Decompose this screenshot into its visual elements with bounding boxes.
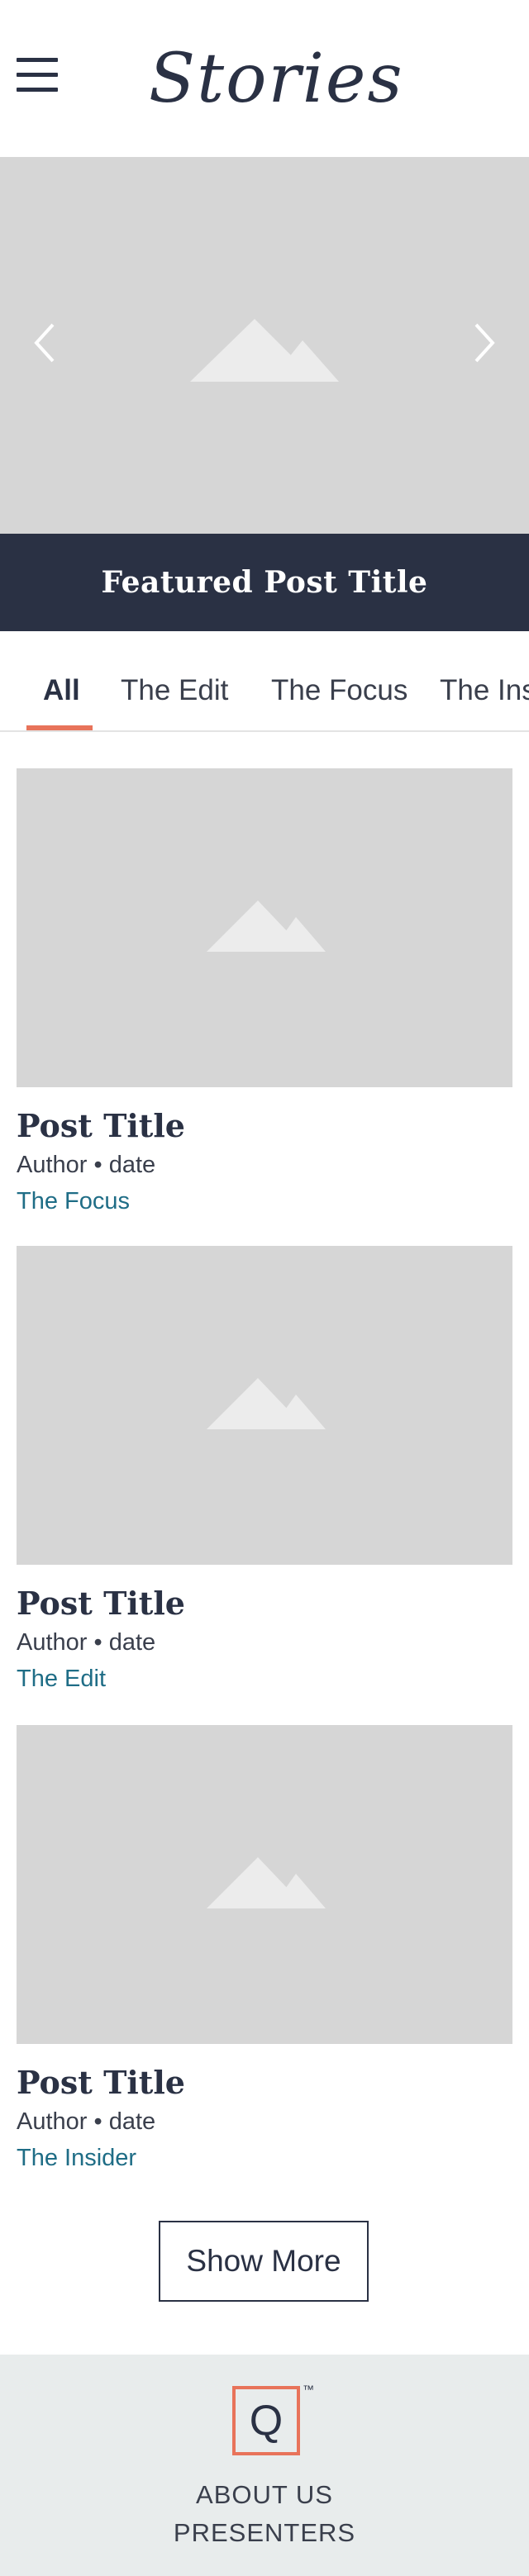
post-category-link[interactable]: The Edit [17, 1666, 106, 1693]
featured-post-title: Featured Post Title [101, 565, 428, 600]
post-card: Post Title Author • date The Focus [17, 768, 512, 1231]
post-image[interactable] [17, 768, 512, 1087]
footer-link-presenters[interactable]: PRESENTERS [0, 2518, 529, 2548]
chevron-right-icon[interactable] [468, 318, 501, 368]
post-card: Post Title Author • date The Insider [17, 1725, 512, 2188]
menu-line [17, 88, 58, 92]
menu-line [17, 58, 58, 62]
post-image[interactable] [17, 1725, 512, 2044]
trademark-mark: ™ [303, 2383, 314, 2396]
footer-link-about-us[interactable]: ABOUT US [0, 2480, 529, 2510]
show-more-button[interactable]: Show More [159, 2221, 369, 2302]
category-tabs: All The Edit The Focus The Insider [0, 631, 529, 732]
tab-all[interactable]: All [43, 674, 80, 707]
featured-carousel [0, 157, 529, 534]
featured-post-banner[interactable]: Featured Post Title [0, 534, 529, 631]
post-meta: Author • date [17, 2108, 156, 2135]
tab-the-focus[interactable]: The Focus [271, 674, 407, 707]
post-title[interactable]: Post Title [17, 1107, 185, 1144]
post-title[interactable]: Post Title [17, 1585, 185, 1622]
tab-the-edit[interactable]: The Edit [121, 674, 228, 707]
image-placeholder-icon [207, 901, 326, 956]
site-header: Stories [0, 0, 529, 157]
image-placeholder-icon [207, 1857, 326, 1913]
image-placeholder-icon [207, 1378, 326, 1433]
chevron-left-icon[interactable] [28, 318, 61, 368]
tab-the-insider[interactable]: The Insider [440, 674, 529, 707]
logo-text: Stories [149, 40, 404, 118]
menu-line [17, 73, 58, 77]
post-category-link[interactable]: The Insider [17, 2145, 136, 2172]
stories-logo[interactable]: Stories [141, 23, 403, 139]
post-image[interactable] [17, 1246, 512, 1565]
post-category-link[interactable]: The Focus [17, 1188, 130, 1215]
site-footer: Q ™ ABOUT US PRESENTERS [0, 2355, 529, 2576]
post-card: Post Title Author • date The Edit [17, 1246, 512, 1709]
post-meta: Author • date [17, 1152, 156, 1178]
active-tab-indicator [26, 725, 93, 730]
q-logo[interactable]: Q [232, 2386, 300, 2455]
post-meta: Author • date [17, 1629, 156, 1656]
image-placeholder-icon [190, 319, 339, 386]
post-title[interactable]: Post Title [17, 2064, 185, 2101]
hamburger-menu-icon[interactable] [17, 58, 58, 92]
